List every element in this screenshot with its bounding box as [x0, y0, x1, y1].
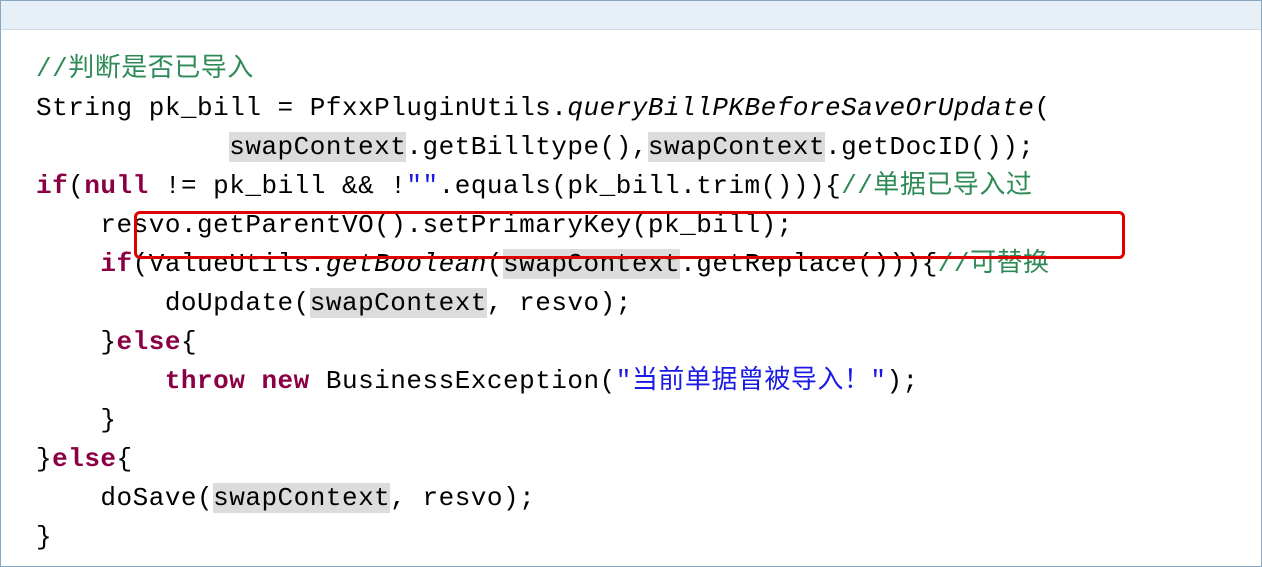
code-line-9: throw new BusinessException("当前单据曾被导入！")…	[36, 366, 919, 396]
code-block: //判断是否已导入 String pk_bill = PfxxPluginUti…	[36, 11, 1251, 557]
swapcontext-ref: swapContext	[648, 132, 825, 162]
code-line-7: doUpdate(swapContext, resvo);	[36, 288, 632, 318]
comment-already-imported: //单据已导入过	[841, 171, 1032, 201]
code-line-2: String pk_bill = PfxxPluginUtils.queryBi…	[36, 93, 1050, 123]
comment-import-check: //判断是否已导入	[36, 54, 254, 84]
swapcontext-ref: swapContext	[229, 132, 406, 162]
code-line-4: if(null != pk_bill && !"".equals(pk_bill…	[36, 171, 1032, 201]
code-line-3: swapContext.getBilltype(),swapContext.ge…	[36, 132, 1034, 162]
error-string: "当前单据曾被导入！"	[616, 366, 887, 396]
code-line-12: doSave(swapContext, resvo);	[36, 483, 535, 513]
code-line-8: }else{	[36, 327, 197, 357]
swapcontext-ref: swapContext	[503, 249, 680, 279]
code-snippet-container: //判断是否已导入 String pk_bill = PfxxPluginUti…	[0, 0, 1262, 567]
code-line-1: //判断是否已导入	[36, 54, 254, 84]
code-line-6: if(ValueUtils.getBoolean(swapContext.get…	[36, 249, 1050, 279]
code-line-11: }else{	[36, 444, 133, 474]
swapcontext-ref: swapContext	[213, 483, 390, 513]
code-line-5: resvo.getParentVO().setPrimaryKey(pk_bil…	[36, 210, 793, 240]
code-line-13: }	[36, 522, 52, 552]
swapcontext-ref: swapContext	[310, 288, 487, 318]
code-line-10: }	[36, 405, 117, 435]
comment-replaceable: //可替换	[938, 249, 1050, 279]
